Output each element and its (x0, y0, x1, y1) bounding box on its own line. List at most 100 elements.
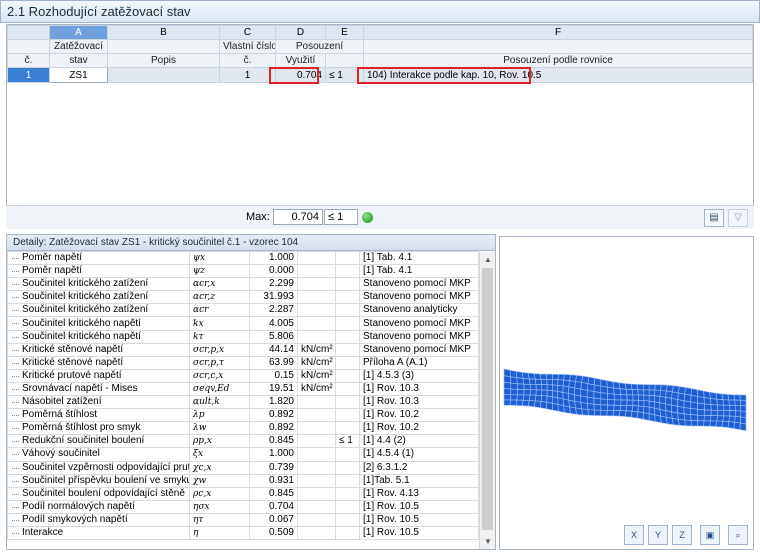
detail-reference: [2] 6.3.1.2 (359, 460, 479, 475)
detail-row[interactable]: Poměr napětí ψx 1.000 [1] Tab. 4.1 (7, 250, 479, 266)
detail-reference: Stanoveno pomocí MKP (359, 316, 479, 331)
detail-unit (297, 512, 336, 527)
col-letter-e[interactable]: E (325, 25, 364, 40)
detail-symbol: ησx (189, 499, 250, 514)
detail-row[interactable]: Součinitel kritického napětí kτ 5.806 Stano… (7, 329, 479, 344)
detail-reference: [1] 4.4 (2) (359, 434, 479, 449)
detail-reference: [1]Tab. 5.1 (359, 473, 479, 488)
mesh-element (586, 390, 595, 399)
detail-name: Redukční součinitel boulení (7, 434, 190, 449)
col-letter-d[interactable]: D (275, 25, 326, 40)
mesh-element (535, 384, 543, 391)
mesh-element (510, 382, 519, 390)
scroll-up-icon[interactable]: ▲ (480, 252, 496, 267)
detail-reference: Příloha A (A.1) (359, 355, 479, 370)
detail-row[interactable]: Součinitel kritického zatížení αcr,z 31.99… (7, 290, 479, 305)
mesh-element (637, 389, 645, 396)
detail-name: Poměrná štíhlost pro smyk (7, 421, 190, 436)
mesh-element (630, 410, 639, 419)
detail-value: 5.806 (249, 329, 298, 344)
header-ratio: Využití (275, 53, 326, 68)
mesh-element (510, 388, 519, 396)
detail-row[interactable]: Poměr napětí ψz 0.000 [1] Tab. 4.1 (7, 264, 479, 279)
mesh-element (523, 389, 531, 396)
mesh-element (697, 408, 705, 416)
detail-le (335, 395, 360, 410)
detail-row[interactable]: Kritické stěnové napětí σcr,p,x 44.14 kN/cm… (7, 342, 479, 357)
detail-row[interactable]: Podíl normálových napětí ησx 0.704 [1] Rov.… (7, 499, 479, 514)
detail-row[interactable]: Kritické prutové napětí σcr,c,x 0.15 kN/cm²… (7, 368, 479, 383)
le-cell[interactable]: ≤ 1 (325, 67, 364, 83)
detail-row[interactable]: Součinitel příspěvku boulení ve smyku χw 0… (7, 473, 479, 488)
detail-row[interactable]: Poměrná štíhlost pro smyk λw 0.892 [1] Rov.… (7, 421, 479, 436)
detail-name: Kritické stěnové napětí (7, 342, 190, 357)
mesh-element (717, 410, 725, 417)
max-label: Max: (246, 211, 270, 223)
detail-reference: [1] Rov. 4.13 (359, 486, 479, 501)
equation-cell[interactable]: 104) Interakce podle kap. 10, Rov. 10.5 (363, 67, 753, 83)
mesh-element (683, 407, 692, 415)
header-loadcase-top: Zatěžovací (49, 39, 108, 54)
detail-row[interactable]: Součinitel vzpěrnosti odpovídající prutu… (7, 460, 479, 475)
detail-le (335, 525, 360, 541)
detail-unit (297, 316, 336, 331)
col-letter-a[interactable]: A (49, 25, 108, 40)
mesh-element (540, 378, 548, 386)
detail-le (335, 381, 360, 397)
mesh-element (632, 399, 640, 407)
detail-row[interactable]: Poměrná štíhlost λp 0.892 [1] Rov. 10.2 (7, 408, 479, 423)
mesh-element (697, 414, 705, 422)
mesh-element (619, 404, 628, 412)
description-cell[interactable] (107, 67, 220, 83)
mesh-element (703, 420, 711, 427)
detail-row[interactable]: Váhový součinitel ξx 1.000 [1] 4.5.4 (1) (7, 447, 479, 462)
mesh-element (710, 398, 718, 406)
detail-row[interactable]: Součinitel kritického napětí kx 4.005 Stano… (7, 316, 479, 331)
detail-le (335, 447, 360, 462)
view-z-icon[interactable]: Z (672, 525, 692, 545)
row-number[interactable]: 1 (7, 67, 50, 83)
mesh-element (593, 397, 602, 406)
detail-reference: [1] Tab. 4.1 (359, 264, 479, 279)
view-y-icon[interactable]: Y (648, 525, 668, 545)
detail-row[interactable]: Součinitel kritického zatížení αcr,x 2.299… (7, 277, 479, 292)
filter-icon[interactable]: ▽ (728, 209, 748, 227)
details-scrollbar[interactable]: ▲ ▼ (479, 252, 495, 549)
table-row[interactable]: 1 ZS1 1 0.704 ≤ 1 104) Interakce podle k… (7, 67, 753, 83)
ratio-cell[interactable]: 0.704 (275, 67, 326, 83)
view-x-icon[interactable]: X (624, 525, 644, 545)
detail-row[interactable]: Součinitel kritického zatížení αcr 2.287 St… (7, 303, 479, 318)
detail-row[interactable]: Kritické stěnové napětí σcr,p,τ 63.99 kN/cm… (7, 355, 479, 370)
detail-unit (297, 499, 336, 514)
header-num: č. (7, 53, 50, 68)
mesh-element (545, 373, 553, 380)
scroll-down-icon[interactable]: ▼ (480, 534, 496, 549)
detail-row[interactable]: Srovnávací napětí - Mises σeqv,Ed 19.51 kN/… (7, 381, 479, 397)
detail-reference: Stanoveno pomocí MKP (359, 277, 479, 292)
detail-symbol: χc,x (189, 460, 250, 475)
col-letter-c[interactable]: C (219, 25, 276, 40)
detail-row[interactable]: Součinitel boulení odpovídající stěně ρc,… (7, 486, 479, 501)
mesh-element (620, 399, 628, 406)
mesh-element (552, 384, 559, 392)
eigenvalue-cell[interactable]: 1 (219, 67, 276, 83)
scroll-thumb[interactable] (482, 268, 493, 530)
mesh-element (643, 389, 650, 396)
detail-le (335, 250, 360, 266)
detail-row[interactable]: Násobitel zatížení αult,k 1.820 [1] Rov. 10… (7, 395, 479, 410)
header-desc-top (107, 39, 220, 54)
detail-row[interactable]: Podíl smykových napětí ητ 0.067 [1] Rov. 10… (7, 512, 479, 527)
zoom-icon[interactable]: ⌕ (728, 525, 748, 545)
detail-value: 0.739 (249, 460, 298, 475)
model-viewport[interactable]: X Y Z ▣ ⌕ (499, 236, 754, 550)
loadcase-cell[interactable]: ZS1 (49, 67, 108, 83)
mesh-element (626, 399, 634, 406)
iso-view-icon[interactable]: ▣ (700, 525, 720, 545)
mesh-element (703, 397, 712, 405)
mesh-element (510, 376, 518, 385)
chart-icon[interactable]: ▤ (704, 209, 724, 227)
col-letter-f[interactable]: F (363, 25, 753, 40)
detail-row[interactable]: Redukční součinitel boulení ρp,x 0.845 ≤ 1[… (7, 434, 479, 449)
detail-row[interactable]: Interakce η 0.509 [1] Rov. 10.5 (7, 525, 479, 541)
col-letter-b[interactable]: B (107, 25, 220, 40)
